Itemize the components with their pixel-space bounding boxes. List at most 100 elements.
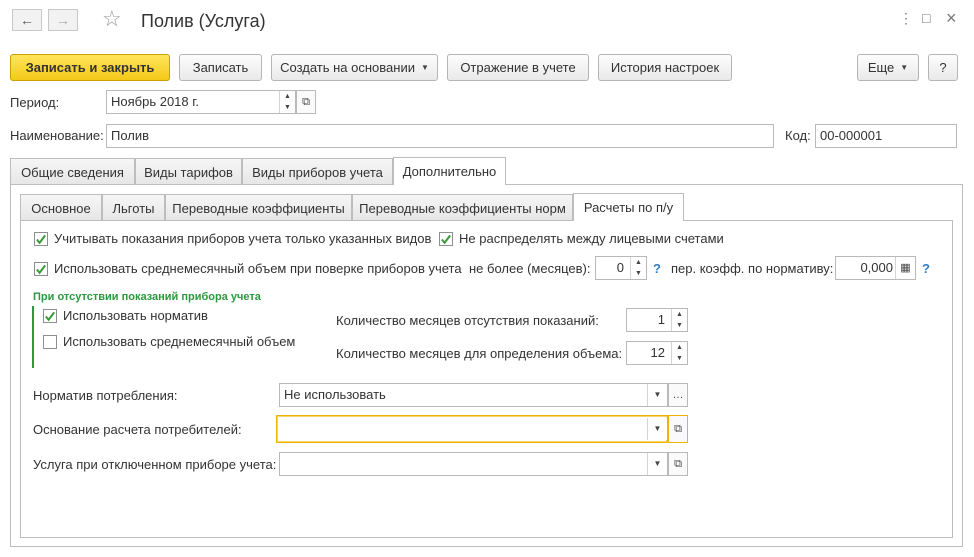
basis-open-button[interactable]: ⧉ [668, 415, 688, 443]
tab-general-label: Общие сведения [21, 164, 124, 180]
max-months-field[interactable]: 0 ▲ ▼ [595, 256, 647, 280]
accounting-reflection-label: Отражение в учете [460, 60, 576, 75]
months-absent-stepper[interactable]: ▲ ▼ [671, 309, 687, 331]
check-icon [441, 234, 451, 244]
months-absent-value: 1 [657, 312, 665, 327]
code-value: 00-000001 [820, 128, 883, 143]
use-avg-on-check-label: Использовать среднемесячный объем при по… [54, 261, 462, 276]
maximize-icon[interactable]: □ [922, 9, 930, 27]
use-avg-checkbox[interactable] [43, 335, 57, 349]
max-months-value: 0 [616, 260, 624, 275]
chevron-down-icon[interactable]: ▼ [647, 418, 667, 440]
chevron-down-icon[interactable]: ▼ [647, 453, 667, 475]
ellipsis-icon: … [672, 389, 684, 401]
subtab-meter-calcs-label: Расчеты по п/у [583, 200, 674, 215]
basis-select[interactable]: ▼ [276, 415, 668, 443]
max-months-stepper[interactable]: ▲ ▼ [630, 257, 646, 279]
subtab-norm-conversion-coefs[interactable]: Переводные коэффициенты норм [352, 194, 573, 221]
check-icon [45, 311, 55, 321]
settings-history-label: История настроек [610, 60, 720, 75]
subtab-conversion-coefs[interactable]: Переводные коэффициенты [165, 194, 352, 221]
forward-button[interactable]: → [48, 9, 78, 31]
service-select[interactable]: ▼ [279, 452, 668, 476]
period-value: Ноябрь 2018 г. [111, 94, 200, 109]
page-title: Полив (Услуга) [141, 11, 266, 31]
check-icon [36, 264, 46, 274]
no-readings-section-title: При отсутствии показаний прибора учета [33, 291, 261, 303]
close-icon[interactable]: × [946, 9, 957, 27]
use-norm-label: Использовать норматив [63, 308, 208, 323]
period-open-button[interactable]: ⧉ [296, 90, 316, 114]
code-field[interactable]: 00-000001 [815, 124, 957, 148]
months-absent-field[interactable]: 1 ▲ ▼ [626, 308, 688, 332]
tab-additional-label: Дополнительно [402, 164, 497, 179]
calculator-icon[interactable]: ▦ [895, 257, 915, 279]
norm-value: Не использовать [284, 387, 386, 402]
save-label: Записать [192, 60, 249, 75]
norm-coef-field[interactable]: 0,000 ▦ [835, 256, 916, 280]
help-button[interactable]: ? [928, 54, 958, 81]
period-label: Период: [10, 95, 60, 110]
norm-select[interactable]: Не использовать ▼ [279, 383, 668, 407]
arrow-right-icon: → [56, 12, 70, 28]
use-avg-label: Использовать среднемесячный объем [63, 334, 296, 349]
subtab-main-label: Основное [31, 200, 91, 216]
chevron-down-icon: ▼ [420, 63, 429, 72]
tab-additional[interactable]: Дополнительно [393, 157, 506, 185]
open-window-icon: ⧉ [302, 95, 310, 108]
settings-history-button[interactable]: История настроек [598, 54, 732, 81]
subtab-main[interactable]: Основное [20, 194, 102, 221]
months-absent-label: Количество месяцев отсутствия показаний: [336, 313, 599, 328]
name-label: Наименование: [10, 128, 104, 143]
create-based-on-label: Создать на основании [280, 60, 415, 75]
create-based-on-button[interactable]: Создать на основании ▼ [271, 54, 438, 81]
use-avg-on-check-checkbox[interactable] [34, 262, 48, 276]
norm-coef-help-icon[interactable]: ? [922, 261, 930, 277]
open-window-icon: ⧉ [674, 457, 682, 470]
months-volume-label: Количество месяцев для определения объем… [336, 346, 623, 361]
save-button[interactable]: Записать [179, 54, 262, 81]
subtab-benefits[interactable]: Льготы [102, 194, 165, 221]
norm-coef-label: пер. коэфф. по нормативу: [671, 261, 834, 276]
tab-tariff-types[interactable]: Виды тарифов [135, 158, 242, 185]
name-field[interactable]: Полив [106, 124, 774, 148]
tab-meter-types-label: Виды приборов учета [252, 164, 383, 180]
chevron-down-icon: ▼ [900, 63, 909, 72]
basis-label: Основание расчета потребителей: [33, 422, 242, 437]
service-open-button[interactable]: ⧉ [668, 452, 688, 476]
period-stepper[interactable]: ▲ ▼ [279, 91, 295, 113]
tab-tariff-types-label: Виды тарифов [144, 164, 233, 180]
max-months-label: не более (месяцев): [469, 261, 591, 276]
tab-meter-types[interactable]: Виды приборов учета [242, 158, 393, 185]
subtab-norm-conversion-coefs-label: Переводные коэффициенты норм [359, 200, 566, 216]
subtab-conversion-coefs-label: Переводные коэффициенты [172, 200, 345, 216]
more-actions-icon[interactable]: ⋮ [899, 9, 913, 27]
norm-coef-value: 0,000 [860, 260, 893, 275]
save-and-close-label: Записать и закрыть [25, 60, 155, 75]
chevron-down-icon[interactable]: ▼ [647, 384, 667, 406]
service-label: Услуга при отключенном приборе учета: [33, 457, 277, 472]
name-value: Полив [111, 128, 150, 143]
norm-choose-button[interactable]: … [668, 383, 688, 407]
section-divider [32, 306, 34, 368]
norm-label: Норматив потребления: [33, 388, 178, 403]
months-volume-stepper[interactable]: ▲ ▼ [671, 342, 687, 364]
no-distribute-checkbox[interactable] [439, 232, 453, 246]
help-label: ? [939, 60, 947, 75]
no-distribute-label: Не распределять между лицевыми счетами [459, 231, 724, 246]
only-specified-types-checkbox[interactable] [34, 232, 48, 246]
more-button[interactable]: Еще ▼ [857, 54, 919, 81]
save-and-close-button[interactable]: Записать и закрыть [10, 54, 170, 81]
period-field[interactable]: Ноябрь 2018 г. ▲ ▼ [106, 90, 296, 114]
max-months-help-icon[interactable]: ? [653, 261, 661, 277]
use-norm-checkbox[interactable] [43, 309, 57, 323]
open-window-icon: ⧉ [674, 422, 682, 435]
accounting-reflection-button[interactable]: Отражение в учете [447, 54, 589, 81]
back-button[interactable]: ← [12, 9, 42, 31]
check-icon [36, 234, 46, 244]
tab-general[interactable]: Общие сведения [10, 158, 135, 185]
subtab-meter-calcs[interactable]: Расчеты по п/у [573, 193, 684, 221]
favorite-star-icon[interactable]: ☆ [102, 6, 122, 32]
subtab-benefits-label: Льготы [112, 200, 155, 216]
months-volume-field[interactable]: 12 ▲ ▼ [626, 341, 688, 365]
